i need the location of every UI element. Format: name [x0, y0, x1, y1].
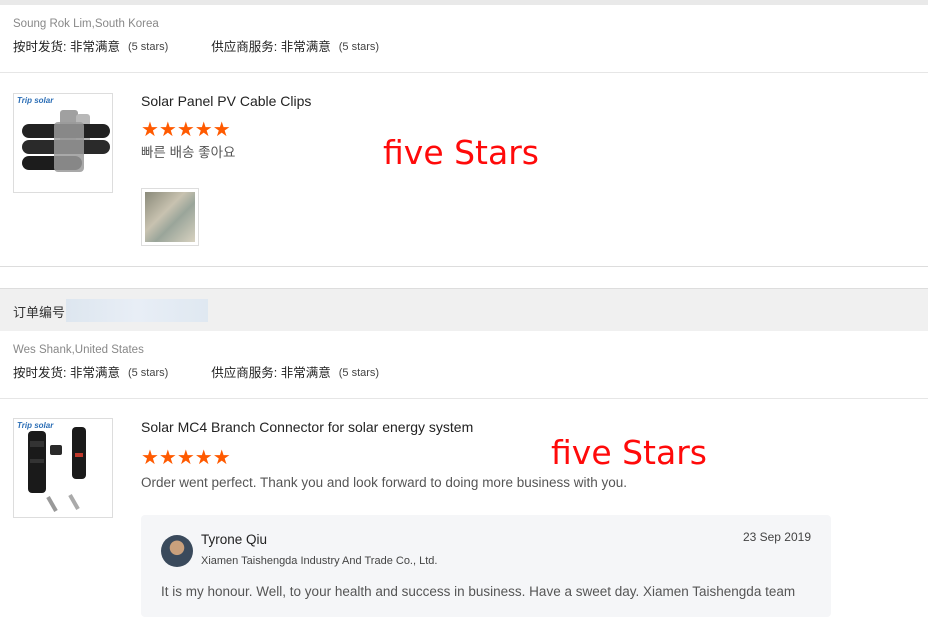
buyer-name: Wes Shank,United States	[13, 344, 144, 356]
service-rating-stars: (5 stars)	[338, 367, 380, 379]
ship-rating-label: 按时发货: 非常满意	[13, 40, 120, 54]
avatar	[161, 535, 193, 567]
rating-summary: 按时发货: 非常满意 (5 stars) 供应商服务: 非常满意 (5 star…	[13, 39, 915, 55]
review-photo[interactable]	[141, 188, 199, 246]
buyer-info: Soung Rok Lim,South Korea 按时发货: 非常满意 (5 …	[0, 5, 928, 73]
ship-rating-stars: (5 stars)	[127, 367, 169, 379]
reply-company: Xiamen Taishengda Industry And Trade Co.…	[201, 555, 438, 567]
service-rating: 供应商服务: 非常满意 (5 stars)	[211, 365, 379, 381]
annotation-text: five Stars	[551, 433, 707, 472]
review-comment: Order went perfect. Thank you and look f…	[141, 475, 628, 490]
ship-rating-label: 按时发货: 非常满意	[13, 366, 120, 380]
buyer-info-2-wrap: Wes Shank,United States 按时发货: 非常满意 (5 st…	[0, 331, 928, 399]
ship-rating: 按时发货: 非常满意 (5 stars)	[13, 365, 168, 381]
product-thumbnail[interactable]: Trip solar	[13, 418, 113, 518]
service-rating-label: 供应商服务: 非常满意	[211, 40, 331, 54]
product-title[interactable]: Solar Panel PV Cable Clips	[141, 92, 311, 110]
order-number-redacted	[66, 299, 208, 322]
cable-clip-image	[22, 110, 110, 172]
order-number-label: 订单编号	[13, 305, 66, 320]
service-rating: 供应商服务: 非常满意 (5 stars)	[211, 39, 379, 55]
product-thumbnail[interactable]: Trip solar	[13, 93, 113, 193]
buyer-info: Wes Shank,United States 按时发货: 非常满意 (5 st…	[0, 331, 928, 399]
annotation-text: five Stars	[383, 133, 539, 172]
brand-logo: Trip solar	[17, 421, 54, 430]
ship-rating-stars: (5 stars)	[127, 41, 169, 53]
reply-date: 23 Sep 2019	[742, 530, 811, 544]
order-bar: 订单编号	[0, 288, 928, 331]
mc4-connector-image	[28, 427, 86, 512]
brand-logo: Trip solar	[17, 96, 54, 105]
photo-image	[145, 192, 195, 242]
rating-summary: 按时发货: 非常满意 (5 stars) 供应商服务: 非常满意 (5 star…	[13, 365, 915, 381]
reply-author: Tyrone Qiu	[201, 532, 268, 547]
review-content: Solar Panel PV Cable Clips ★★★★★ 빠른 배송 좋…	[141, 92, 311, 162]
ship-rating: 按时发货: 非常满意 (5 stars)	[13, 39, 168, 55]
service-rating-stars: (5 stars)	[338, 41, 380, 53]
seller-reply: Tyrone Qiu Xiamen Taishengda Industry An…	[141, 515, 831, 617]
service-rating-label: 供应商服务: 非常满意	[211, 366, 331, 380]
section-divider	[0, 266, 928, 267]
reply-text: It is my honour. Well, to your health an…	[161, 584, 796, 599]
review-comment: 빠른 배송 좋아요	[141, 145, 236, 160]
buyer-name: Soung Rok Lim,South Korea	[13, 18, 159, 30]
star-rating: ★★★★★	[141, 119, 231, 141]
